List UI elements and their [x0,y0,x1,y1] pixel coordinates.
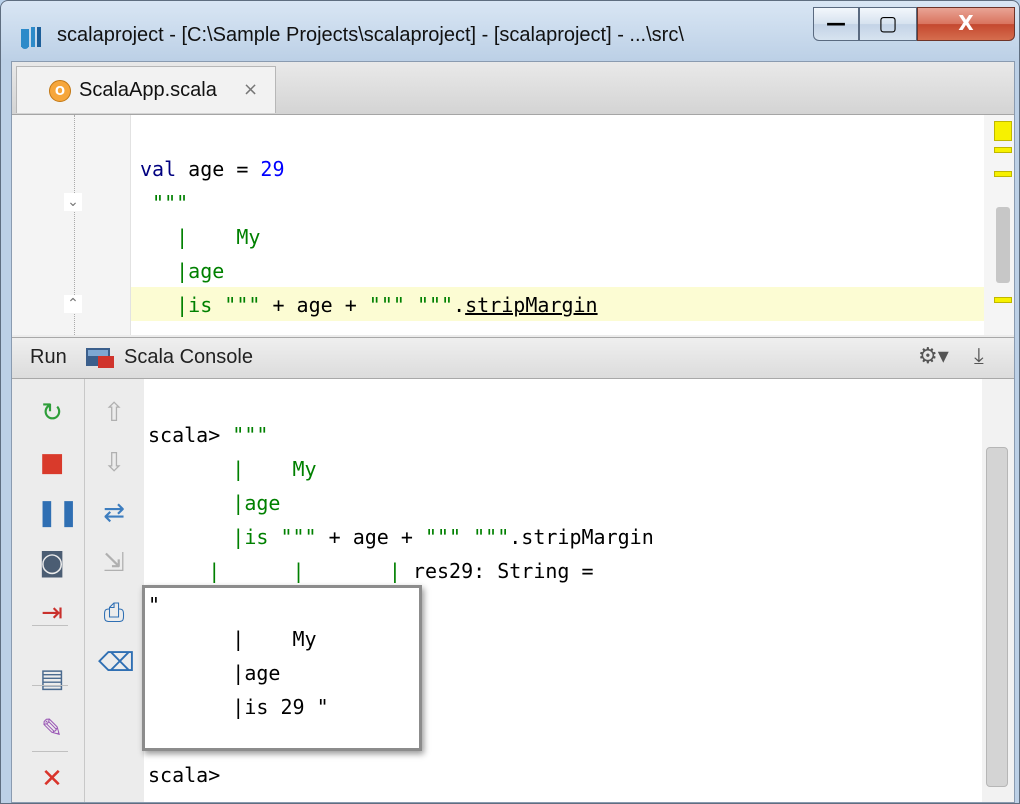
code-token: | My [148,627,317,651]
code-line: |age [148,491,280,515]
close-window-icon: X [958,11,974,35]
scala-console-tab[interactable]: Scala Console [124,346,253,369]
ide-client-area: O ScalaApp.scala × ⌄ ⌃ val age = 29 """ … [11,61,1015,803]
code-token: + age + [260,293,369,317]
ide-window: scalaproject - [C:\Sample Projects\scala… [0,0,1020,804]
code-line: | My [148,457,317,481]
code-token: |age [148,491,281,515]
console-scroll-thumb[interactable] [986,447,1008,787]
rerun-icon[interactable]: ↻ [36,397,68,429]
code-line: |is 29 " [148,695,329,719]
code-line: |age [140,259,224,283]
tab-scalaapp[interactable]: O ScalaApp.scala × [16,66,276,113]
code-line: val age = 29 [140,157,285,181]
scala-console-icon [86,348,114,368]
run-toolbar-mid: ⇧ ⇩ ⇄ ⇲ ⎙ ⌫ [86,379,144,802]
warning-marker[interactable] [994,171,1012,177]
code-line: |is """ + age + """ """.stripMargin [148,525,654,549]
trash-icon[interactable]: ⌫ [98,647,135,679]
code-token: scala> [148,763,221,787]
toolbar-separator [32,751,68,752]
code-token: """ [140,191,189,215]
code-token: | My [148,457,317,481]
editor-tab-bar: O ScalaApp.scala × [12,62,1014,115]
pin-icon[interactable]: ✎ [36,713,68,745]
scroll-down-icon[interactable]: ⇩ [98,447,130,479]
print-icon[interactable]: ⎙ [98,597,130,629]
hide-panel-icon[interactable]: ⤓ [974,344,984,369]
camera-icon[interactable]: ◙ [36,547,68,579]
code-token: """ """ [368,293,454,317]
toolbar-separator [32,685,68,686]
run-tool-window-header: Run Scala Console ⚙▾ ⤓ [12,337,1014,379]
code-token: res29: String = [400,559,594,583]
code-editor[interactable]: ⌄ ⌃ val age = 29 """ | My |age |is """ +… [12,115,1014,335]
code-token: |age [140,259,225,283]
fold-start-icon[interactable]: ⌄ [64,193,82,211]
code-token: . [453,293,466,317]
code-line: " [148,593,160,617]
title-bar: scalaproject - [C:\Sample Projects\scala… [1,1,1019,67]
run-toolbar-left: ↻ ■ ❚❚ ◙ ⇥ ▤ ✎ ✕ [12,379,85,802]
code-token: """ [232,423,269,447]
code-token: | My [140,225,261,249]
maximize-icon: ▢ [878,11,898,35]
analysis-marker [994,121,1012,141]
intellij-app-icon [21,27,41,49]
code-token: |is """ [140,293,261,317]
minimize-icon: — [826,11,846,35]
code-line: | My [148,627,317,651]
code-token: | | | [148,559,401,583]
gear-icon[interactable]: ⚙▾ [918,344,949,369]
window-title: scalaproject - [C:\Sample Projects\scala… [57,24,684,46]
code-line: """ [140,191,188,215]
code-token: + age + [316,525,425,549]
code-token: .stripMargin [509,525,654,549]
editor-gutter: ⌄ ⌃ [12,115,131,335]
export-icon[interactable]: ⇲ [98,547,130,579]
code-token: " [148,593,161,617]
console-scrollbar[interactable] [982,379,1014,802]
soft-wrap-icon[interactable]: ⇄ [98,497,130,529]
warning-marker[interactable] [994,147,1012,153]
code-line: |age [148,661,280,685]
code-line: | My [140,225,260,249]
code-line: scala> [148,763,220,787]
close-icon[interactable]: ✕ [36,763,68,795]
code-token: age = [176,157,261,181]
layout-icon[interactable]: ▤ [36,663,68,695]
code-token: """ """ [424,525,510,549]
tab-label: ScalaApp.scala [79,79,217,101]
code-line: scala> """ [148,423,268,447]
fold-end-icon[interactable]: ⌃ [64,295,82,313]
maximize-button[interactable]: ▢ [859,7,917,41]
warning-marker[interactable] [994,297,1012,303]
scroll-up-icon[interactable]: ⇧ [98,397,130,429]
toolbar-separator [32,625,68,626]
console-output[interactable]: scala> """ | My |age |is """ + age + """… [144,379,982,802]
code-token: scala> [148,423,233,447]
scala-object-icon: O [49,80,71,102]
editor-scroll-thumb[interactable] [996,207,1010,283]
pause-icon[interactable]: ❚❚ [36,497,80,529]
code-token: |is """ [148,525,317,549]
minimize-button[interactable]: — [813,7,859,41]
code-token: stripMargin [465,293,598,317]
close-window-button[interactable]: X [917,7,1015,41]
code-line: | | | res29: String = [148,559,594,583]
code-token: 29 [260,157,285,181]
tab-close-icon[interactable]: × [243,79,258,100]
stop-icon[interactable]: ■ [36,447,68,479]
code-token: |age [148,661,281,685]
code-line: |is """ + age + """ """.stripMargin [140,293,598,317]
code-token: |is 29 " [148,695,329,719]
code-token: val [140,157,177,181]
run-label: Run [30,346,67,368]
